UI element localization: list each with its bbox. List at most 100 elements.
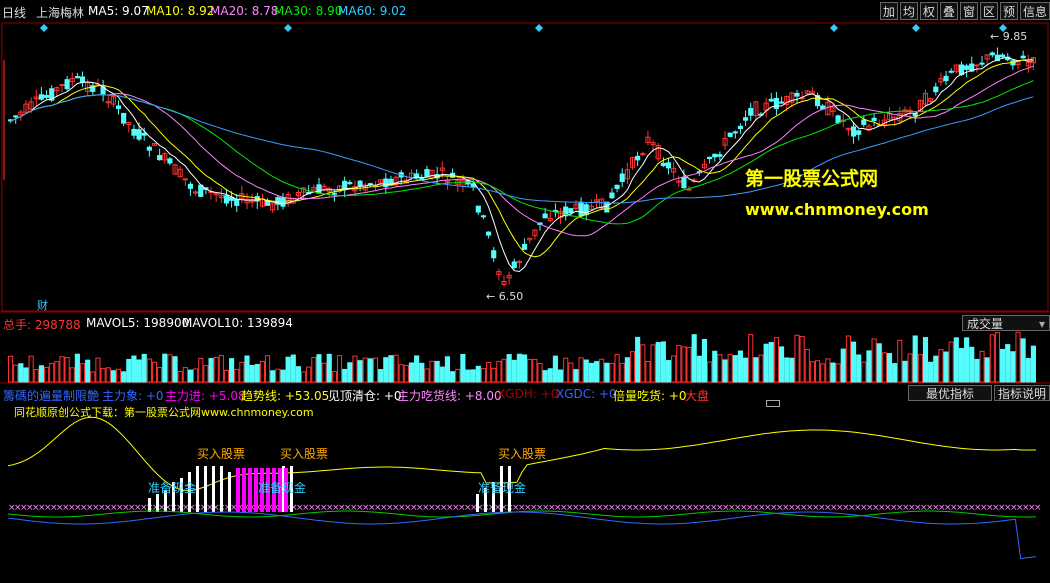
volume-bar [645,360,651,383]
main-eat-bar [236,468,240,512]
volume-bar [665,360,672,383]
candle [64,79,70,90]
volume-bar [270,370,276,383]
volume-bar [743,357,749,383]
main-eat-bar [242,468,246,512]
main-eat-bar [248,468,252,512]
volume-bar [115,368,122,383]
volume-bar [722,359,728,383]
top-clear-value: 见顶清仓: +0 [328,389,402,403]
volume-bar [342,368,348,383]
volume-bar [28,355,34,383]
candle [609,192,615,199]
volume-bar [701,339,708,383]
volume-bar [450,371,456,383]
candle [105,101,111,104]
volume-selector-label: 成交量 [967,317,1004,331]
candle [948,70,954,73]
volume-bar [532,358,538,383]
volume-bar [90,371,96,383]
volume-bar [593,361,600,383]
candle [347,182,353,185]
volume-bar [619,362,625,383]
candle [424,169,430,177]
volume-bar [398,364,404,383]
volume-bar [522,354,528,383]
volume-bar [465,369,471,383]
volume-bar [100,368,106,383]
volume-bar [290,354,296,383]
volume-bar [429,360,435,383]
volume-bar [162,353,168,383]
volume-bar [475,365,481,383]
volume-bar [506,354,512,383]
candle [974,64,980,67]
volume-bar [218,354,224,383]
volume-bar [275,368,281,383]
candle [79,76,86,83]
candle [583,204,589,216]
event-marker-icon [830,24,838,32]
best-indicator-button[interactable]: 最优指标 [908,385,992,401]
indicator-name[interactable]: 籌碼的遍量制限艶 [3,387,99,404]
volume-bar [655,342,661,383]
candle [131,128,137,136]
volume-bar [434,360,440,383]
volume-bar [907,353,913,383]
volume-bar [439,366,445,383]
volume-bar [650,344,656,383]
volume-bar [49,362,55,383]
volume-bar [753,357,759,383]
volume-bar [943,351,949,383]
volume-bar [357,360,363,383]
volume-bar [881,352,887,383]
volume-bar [491,367,497,383]
buy-signal-bar [220,466,223,512]
volume-bar [717,354,723,383]
volume-bar [850,341,857,383]
volume-bar [928,361,934,383]
volume-bar [804,349,810,383]
event-marker-icon [535,24,543,32]
volume-selector[interactable]: 成交量 ▾ [962,315,1050,331]
indicator-help-button[interactable]: 指标说明 [994,385,1050,401]
prepare-cash-annotation: 准备现金 [478,481,527,495]
volume-bar [265,355,271,383]
volume-bar [59,356,65,383]
mavol10-value: MAVOL10: 139894 [182,316,293,330]
volume-bar [527,358,533,383]
main-char-value: 主力象: +0 [102,389,164,403]
volume-bar [362,357,368,383]
volume-bar [866,350,872,383]
volume-bar [110,370,116,383]
candle [989,52,995,56]
volume-bar [74,353,80,383]
price-panel-frame [1,22,1049,312]
volume-bar [388,355,394,383]
volume-bar [85,359,91,383]
buy-annotation: 买入股票 [280,447,329,461]
volume-bar [352,355,358,383]
volume-bar [54,361,60,383]
volume-bar [933,355,939,383]
candle [182,178,188,181]
candle [964,65,970,70]
panel-resize-handle[interactable] [766,400,780,407]
candle [665,162,672,169]
volume-bar [1015,331,1021,383]
volume-bar [1010,351,1016,383]
volume-bar [1025,358,1031,383]
watermark-url: www.chnmoney.com [745,200,929,219]
buy-annotation: 买入股票 [498,447,547,461]
volume-header: 总手: 298788 MAVOL5: 198900 MAVOL10: 13989… [0,313,1050,333]
candle [187,183,194,189]
volume-bar [43,366,50,383]
candle [707,156,713,160]
volume-bar [321,362,327,383]
volume-bar [789,357,795,383]
volume-bar [316,354,322,383]
candle [856,130,862,135]
volume-bar [635,336,641,383]
candle [850,126,857,137]
finance-marker[interactable]: 财 [37,297,48,313]
